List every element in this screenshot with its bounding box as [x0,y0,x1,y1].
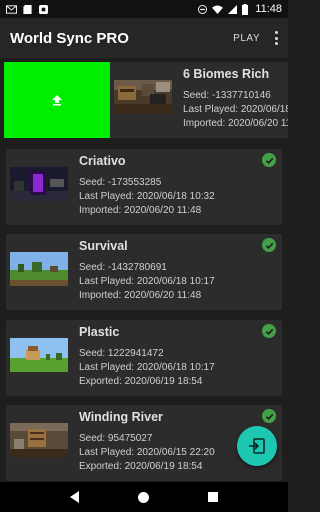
app-bar: World Sync PRO PLAY [0,18,288,58]
gmail-icon [6,4,17,14]
check-circle-icon [262,324,276,338]
wifi-icon [212,4,224,14]
world-seed: Seed: -1337710146 [183,90,271,101]
app-title: World Sync PRO [10,29,129,47]
world-last-played: Last Played: 2020/06/18 [183,104,288,115]
status-time: 11:48 [255,3,282,15]
upload-icon [52,95,62,106]
world-seed: Seed: 1222941472 [79,348,164,359]
world-card[interactable]: Plastic Seed: 1222941472 Last Played: 20… [6,320,282,396]
system-nav-bar [0,482,288,512]
sync-icon [249,438,265,454]
world-last-played: Last Played: 2020/06/18 10:17 [79,362,215,373]
world-seed: Seed: -173553285 [79,177,162,188]
battery-icon [242,3,249,15]
world-thumbnail [10,252,68,286]
world-title: 6 Biomes Rich [183,67,270,81]
recent-apps-icon[interactable] [208,492,219,502]
world-card[interactable]: 6 Biomes Rich Seed: -1337710146 Last Pla… [110,62,288,138]
swipe-row[interactable]: 6 Biomes Rich Seed: -1337710146 Last Pla… [4,62,288,138]
check-circle-icon [262,409,276,423]
status-bar: 11:48 [0,0,288,18]
world-title: Criativo [79,154,126,168]
world-sync-status: Imported: 2020/06/20 11:48 [79,290,202,301]
world-sync-status: Imported: 2020/06/20 11:48 [79,205,202,216]
home-icon[interactable] [137,491,149,503]
world-sync-status: Imported: 2020/06/20 11 [183,118,288,129]
signal-icon [228,4,238,14]
world-thumbnail [114,80,172,114]
do-not-disturb-icon [198,4,208,14]
world-last-played: Last Played: 2020/06/18 10:32 [79,191,215,202]
upload-action[interactable] [4,62,110,138]
world-sync-status: Exported: 2020/06/19 18:54 [79,461,203,472]
world-card[interactable]: Criativo Seed: -173553285 Last Played: 2… [6,149,282,225]
world-last-played: Last Played: 2020/06/15 22:20 [79,447,215,458]
world-seed: Seed: 95475027 [79,433,153,444]
play-button[interactable]: PLAY [233,33,260,44]
world-thumbnail [10,423,68,457]
back-icon[interactable] [69,491,79,503]
sync-fab-button[interactable] [237,426,277,466]
world-seed: Seed: -1432780691 [79,262,167,273]
check-circle-icon [262,238,276,252]
world-title: Plastic [79,325,120,339]
world-title: Survival [79,239,128,253]
world-thumbnail [10,338,68,372]
notification-icon [39,4,48,14]
world-list[interactable]: 6 Biomes Rich Seed: -1337710146 Last Pla… [0,58,288,482]
world-sync-status: Exported: 2020/06/19 18:54 [79,376,203,387]
world-title: Winding River [79,410,163,424]
check-circle-icon [262,153,276,167]
sd-card-icon [23,4,32,14]
world-last-played: Last Played: 2020/06/18 10:17 [79,276,215,287]
world-card[interactable]: Survival Seed: -1432780691 Last Played: … [6,234,282,310]
more-options-icon[interactable] [274,31,278,45]
world-thumbnail [10,167,68,201]
